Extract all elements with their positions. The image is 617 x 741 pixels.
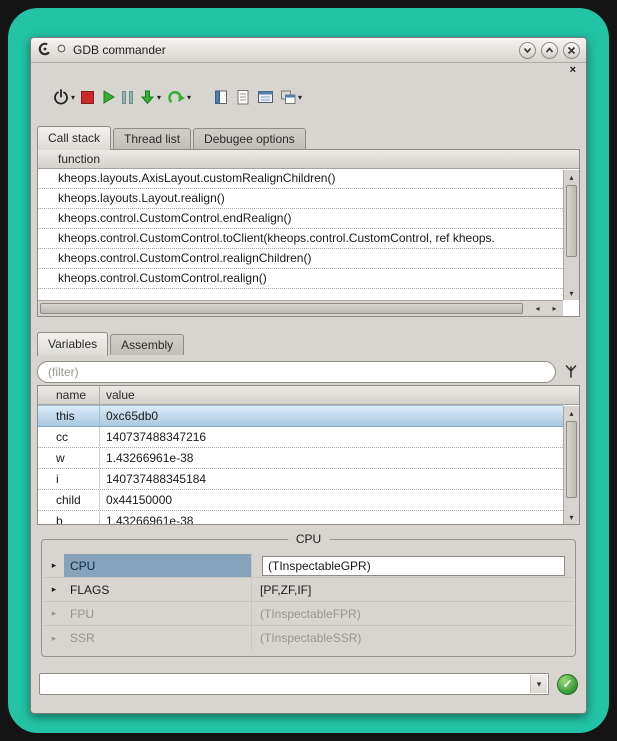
scroll-down-icon[interactable]: ▾ <box>564 510 579 524</box>
scroll-right-icon[interactable]: ▸ <box>546 301 563 316</box>
tab-assembly[interactable]: Assembly <box>110 334 184 355</box>
windows-icon <box>280 89 297 106</box>
titlebar[interactable]: GDB commander <box>31 38 586 63</box>
debug-toolbar: ▾ ▾ <box>31 79 586 115</box>
step-over-button[interactable]: ▾ <box>164 86 194 108</box>
dock-close-icon[interactable]: × <box>570 63 576 77</box>
chevron-down-icon: ▾ <box>298 93 302 102</box>
gdb-commander-window: GDB commander × <box>30 37 587 714</box>
cpu-register-row[interactable]: ▸ FPU (TInspectableFPR) <box>44 602 573 626</box>
expand-arrow-icon[interactable]: ▸ <box>44 584 64 595</box>
callstack-row[interactable]: kheops.control.CustomControl.realignChil… <box>38 249 563 269</box>
variable-row[interactable]: cc 140737488347216 <box>38 427 563 448</box>
cpu-groupbox-title: CPU <box>288 532 329 546</box>
variable-row[interactable]: this 0xc65db0 <box>38 405 563 427</box>
tab-thread-list[interactable]: Thread list <box>113 128 191 149</box>
tab-variables[interactable]: Variables <box>37 332 108 356</box>
step-over-icon <box>167 88 186 106</box>
filter-input[interactable] <box>37 361 556 383</box>
expand-arrow-icon[interactable]: ▸ <box>44 560 64 571</box>
variables-panel: name value this 0xc65db0 cc 140737488347… <box>37 385 580 525</box>
callstack-row[interactable]: kheops.control.CustomControl.endRealign(… <box>38 209 563 229</box>
tab-debugee-options[interactable]: Debugee options <box>193 128 306 149</box>
cpu-register-row[interactable]: ▸ CPU (TInspectableGPR) <box>44 554 573 578</box>
step-into-button[interactable]: ▾ <box>136 87 164 108</box>
scroll-left-icon[interactable]: ◂ <box>529 301 546 316</box>
minimize-button[interactable] <box>519 42 536 59</box>
register-value-field[interactable]: (TInspectableGPR) <box>262 556 565 576</box>
scroll-down-icon[interactable]: ▾ <box>564 286 579 300</box>
command-row: ▾ ✓ <box>31 671 586 697</box>
callstack-row[interactable]: kheops.layouts.AxisLayout.customRealignC… <box>38 169 563 189</box>
command-input[interactable] <box>40 674 548 694</box>
variable-row[interactable]: w 1.43266961e-38 <box>38 448 563 469</box>
expand-arrow-icon[interactable]: ▸ <box>44 633 64 644</box>
stop-button[interactable] <box>78 89 97 106</box>
scroll-up-icon[interactable]: ▴ <box>564 406 579 420</box>
close-button[interactable] <box>563 42 580 59</box>
variables-header-row: name value <box>38 386 579 405</box>
chevron-down-icon: ▾ <box>71 93 75 102</box>
expand-arrow-icon[interactable]: ▸ <box>44 608 64 619</box>
docs-icon <box>213 89 229 106</box>
chevron-down-icon: ▾ <box>157 93 161 102</box>
scroll-up-icon[interactable]: ▴ <box>564 170 579 184</box>
dock-titlebar: × <box>31 63 586 79</box>
cpu-register-row[interactable]: ▸ SSR (TInspectableSSR) <box>44 626 573 650</box>
show-docs-button[interactable] <box>210 87 232 108</box>
show-log-button[interactable] <box>232 87 254 108</box>
chevron-down-icon <box>523 46 532 55</box>
callstack-row[interactable]: kheops.control.CustomControl.toClient(kh… <box>38 229 563 249</box>
cpu-groupbox: CPU ▸ CPU (TInspectableGPR) ▸ FLAGS [PF,… <box>41 539 576 657</box>
column-header-function[interactable]: function <box>38 152 100 166</box>
close-icon <box>567 46 576 55</box>
kill-target-button[interactable]: ▾ <box>49 86 78 108</box>
execute-button[interactable]: ✓ <box>557 674 578 695</box>
variables-vertical-scrollbar[interactable]: ▴ ▾ <box>563 406 579 524</box>
log-icon <box>235 89 251 106</box>
app-icon[interactable] <box>37 41 53 60</box>
step-into-icon <box>139 89 156 106</box>
callstack-row[interactable]: kheops.control.CustomControl.realign() <box>38 269 563 289</box>
callstack-vertical-scrollbar[interactable]: ▴ ▾ <box>563 170 579 300</box>
maximize-button[interactable] <box>541 42 558 59</box>
combo-dropdown-button[interactable]: ▾ <box>530 675 547 693</box>
window-title: GDB commander <box>73 43 166 57</box>
variable-row[interactable]: i 140737488345184 <box>38 469 563 490</box>
tab-call-stack[interactable]: Call stack <box>37 126 111 150</box>
variable-row[interactable]: child 0x44150000 <box>38 490 563 511</box>
variables-filter-row <box>31 359 586 385</box>
terminal-icon <box>257 89 274 105</box>
chevron-down-icon: ▾ <box>537 679 542 690</box>
column-header-name[interactable]: name <box>38 386 100 404</box>
screenshot-frame: GDB commander × <box>8 8 609 733</box>
call-stack-panel: function kheops.layouts.AxisLayout.custo… <box>37 149 580 317</box>
pause-icon <box>122 91 133 104</box>
run-icon <box>100 89 116 105</box>
inspect-tabbar: Variables Assembly <box>37 331 586 355</box>
callstack-header-row: function <box>38 150 579 169</box>
callstack-horizontal-scrollbar[interactable]: ◂ ▸ <box>38 300 563 316</box>
show-windows-button[interactable]: ▾ <box>277 87 305 108</box>
scrollbar-handle[interactable] <box>40 303 523 314</box>
stop-icon <box>81 91 94 104</box>
power-icon <box>52 88 70 106</box>
pause-button[interactable] <box>119 89 136 106</box>
stack-tabbar: Call stack Thread list Debugee options <box>37 125 586 149</box>
show-console-button[interactable] <box>254 87 277 107</box>
scrollbar-handle[interactable] <box>566 185 577 257</box>
run-button[interactable] <box>97 87 119 107</box>
command-combobox[interactable]: ▾ <box>39 673 549 695</box>
filter-icon[interactable] <box>562 362 580 383</box>
callstack-row[interactable]: kheops.layouts.Layout.realign() <box>38 189 563 209</box>
chevron-down-icon: ▾ <box>187 93 191 102</box>
variable-row[interactable]: b 1.43266961e-38 <box>38 511 563 525</box>
check-icon: ✓ <box>562 677 572 691</box>
chevron-up-icon <box>545 46 554 55</box>
scrollbar-handle[interactable] <box>566 421 577 498</box>
column-header-value[interactable]: value <box>100 388 135 402</box>
pin-icon[interactable] <box>56 43 67 57</box>
cpu-register-row[interactable]: ▸ FLAGS [PF,ZF,IF] <box>44 578 573 602</box>
